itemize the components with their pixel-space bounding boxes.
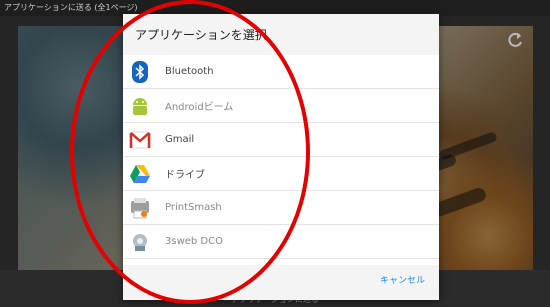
list-item-label: ドライブ: [165, 170, 205, 181]
cancel-button[interactable]: キャンセル: [380, 273, 425, 286]
list-item-gmail[interactable]: Gmail: [123, 123, 439, 157]
bluetooth-icon: [127, 59, 153, 85]
list-item-label: Gmail: [165, 134, 195, 145]
android-beam-icon: [127, 93, 153, 119]
refresh-icon[interactable]: [503, 28, 527, 52]
list-item-drive[interactable]: ドライブ: [123, 157, 439, 191]
printsmash-icon: [127, 195, 153, 221]
dialog-title: アプリケーションを選択: [135, 28, 267, 42]
app-icon: [127, 263, 153, 265]
list-item-3sweb[interactable]: 3sweb DCO: [123, 225, 439, 259]
app-chooser-dialog: アプリケーションを選択 Bluetooth Androidビーム Gmail ド…: [123, 14, 439, 300]
list-item-label: Androidビーム: [165, 102, 234, 113]
gmail-icon: [127, 127, 153, 153]
list-item-bluetooth[interactable]: Bluetooth: [123, 55, 439, 89]
list-item-label: Bluetooth: [165, 66, 214, 77]
list-item-partial[interactable]: [123, 259, 439, 265]
drive-icon: [127, 161, 153, 187]
list-item-android-beam[interactable]: Androidビーム: [123, 89, 439, 123]
list-item-label: 3sweb DCO: [165, 236, 223, 247]
list-item-label: PrintSmash: [165, 202, 222, 213]
list-item-printsmash[interactable]: PrintSmash: [123, 191, 439, 225]
sweb-icon: [127, 229, 153, 255]
app-list[interactable]: Bluetooth Androidビーム Gmail ドライブ PrintSma…: [123, 55, 439, 265]
